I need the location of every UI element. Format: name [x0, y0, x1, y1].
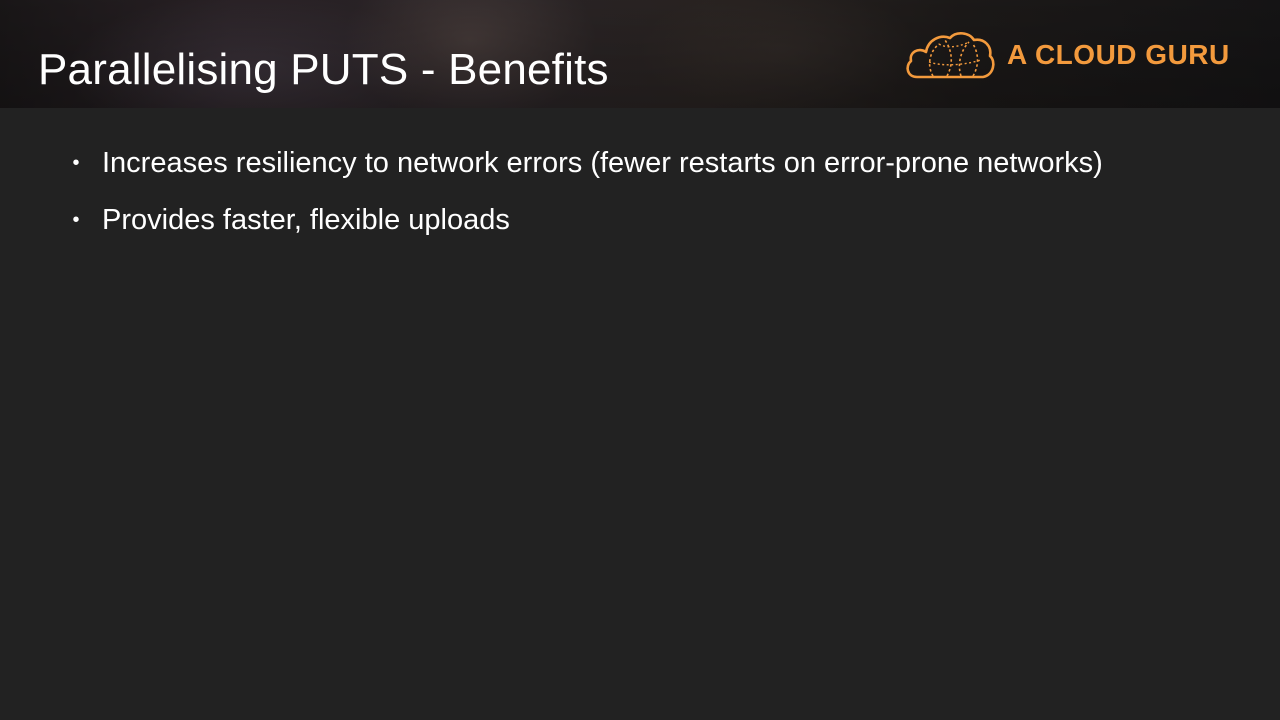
bullet-item-resiliency: • Increases resiliency to network errors…: [70, 144, 1130, 182]
cloud-logo-icon: [906, 32, 995, 79]
slide-title: Parallelising PUTS - Benefits: [38, 45, 609, 94]
slide: Parallelising PUTS - Benefits A CLOUD GU…: [0, 0, 1280, 720]
bullet-dot: •: [72, 209, 80, 231]
bullet-item-faster-uploads: • Provides faster, flexible uploads: [70, 201, 1130, 239]
bullet-text: Provides faster, flexible uploads: [102, 204, 510, 236]
brand-logo-text: A CLOUD GURU: [1007, 39, 1230, 70]
bullet-text: Increases resiliency to network errors (…: [102, 147, 1103, 179]
bullet-list: • Increases resiliency to network errors…: [70, 144, 1130, 258]
bullet-dot: •: [72, 152, 80, 174]
brand-logo: A CLOUD GURU: [903, 28, 1230, 82]
